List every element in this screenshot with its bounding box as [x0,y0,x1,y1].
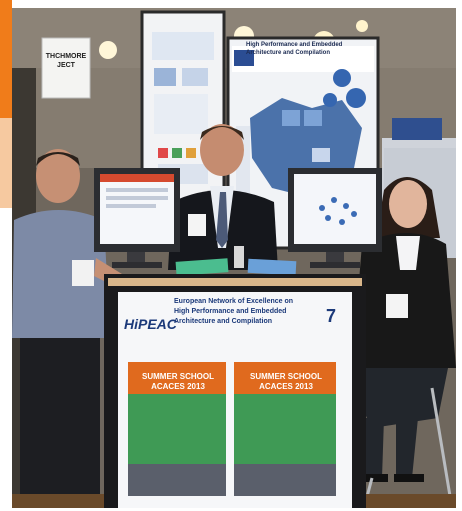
photo-frame: THCHMORE JECT High Performance and Embed… [0,0,462,511]
banner-line1: European Network of Excellence on [174,298,294,305]
poster-right-title-2: ACACES 2013 [259,382,313,391]
poster-right-title-1: SUMMER SCHOOL [250,372,322,381]
booth-photo: THCHMORE JECT High Performance and Embed… [12,8,456,508]
right-person-head [389,180,427,228]
orange-accent-bar [0,0,12,118]
hipeac-logo: HiPEAC [124,316,177,332]
booth-scene [12,8,456,508]
banner-number: 7 [326,306,337,326]
poster-title-line2: Architecture and Compilation [246,50,331,56]
poster-title-line1: High Performance and Embedded [246,42,343,48]
banner-line3: Architecture and Compilation [174,318,273,325]
banner-line2: High Performance and Embedded [174,308,287,315]
left-sign-text: THCHMORE JECT [45,53,87,69]
poster-left-title-2: ACACES 2013 [151,382,205,391]
poster-left-title-1: SUMMER SCHOOL [142,372,214,381]
orange-accent-bar-light [0,118,12,208]
